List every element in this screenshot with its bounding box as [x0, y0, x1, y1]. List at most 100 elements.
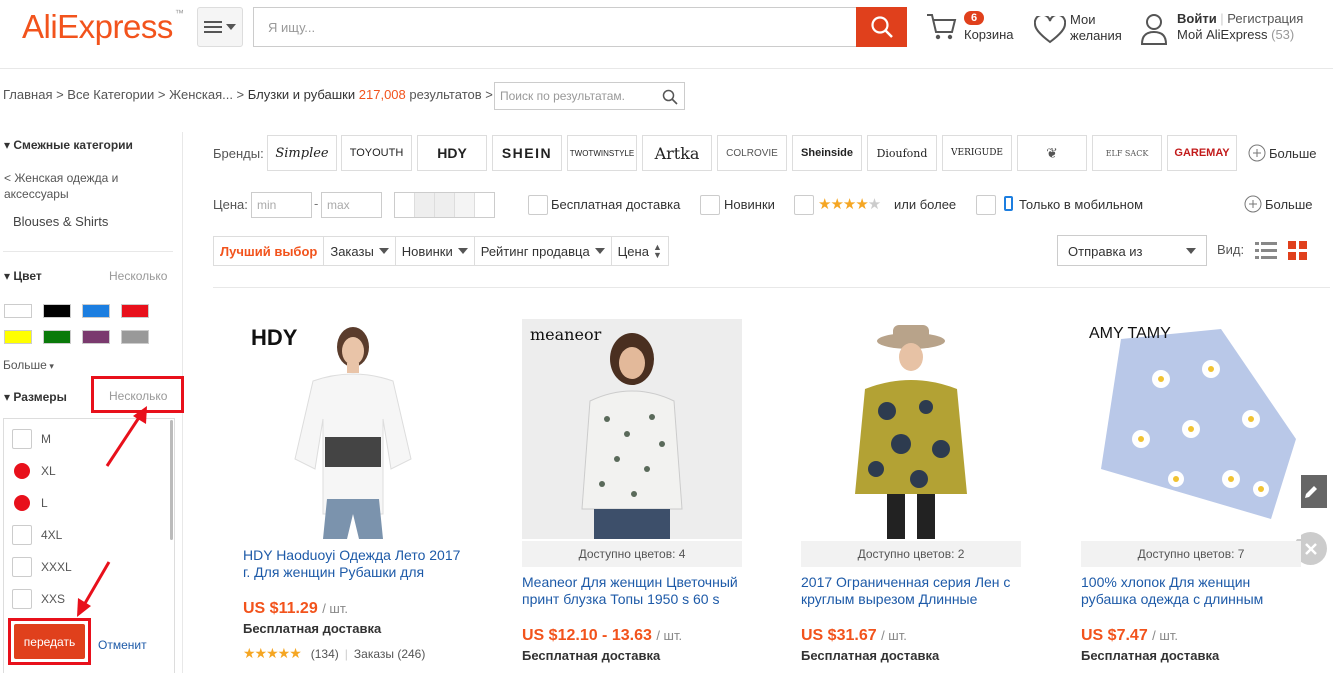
- brand-logo-toyouth[interactable]: TOYOUTH: [341, 135, 412, 171]
- price-dash: -: [314, 196, 319, 211]
- search-input[interactable]: Я ищу...: [253, 7, 857, 47]
- account-block: Войти | Регистрация Мой AliExpress (53): [1177, 11, 1304, 42]
- grid-view-icon[interactable]: [1288, 241, 1307, 260]
- color-swatch[interactable]: [82, 304, 110, 318]
- new-items-label[interactable]: Новинки: [724, 197, 775, 212]
- brand-logo-unnamed[interactable]: ❦: [1017, 135, 1087, 171]
- search-button[interactable]: [856, 7, 907, 47]
- plus-circle-icon: [1244, 195, 1262, 213]
- rating-stars-icon: ★★★★★: [243, 645, 302, 661]
- rating-checkbox[interactable]: [794, 195, 814, 215]
- free-shipping-label: Бесплатная доставка: [801, 648, 940, 663]
- rating-label[interactable]: или более: [894, 197, 956, 212]
- brand-logo-garemay[interactable]: GAREMAY: [1167, 135, 1237, 171]
- color-swatch[interactable]: [4, 330, 32, 344]
- product-title-link[interactable]: 2017 Ограниченная серия Лен с круглым вы…: [801, 574, 1026, 608]
- wishlist-link[interactable]: [1033, 13, 1067, 47]
- brand-logo-shein[interactable]: SHEIN: [492, 135, 562, 171]
- product-image[interactable]: meaneor: [522, 319, 742, 539]
- sort-seller-rating[interactable]: Рейтинг продавца: [475, 237, 612, 265]
- brand-logo-dioufond[interactable]: Dioufond: [867, 135, 937, 171]
- size-checkbox[interactable]: [12, 589, 32, 609]
- size-option[interactable]: L: [12, 490, 48, 516]
- brand-logo-simplee[interactable]: Simplee: [267, 135, 337, 171]
- product-image[interactable]: AMY TAMY: [1081, 319, 1301, 539]
- category-menu-button[interactable]: [197, 7, 243, 47]
- price-value: US $31.67: [801, 627, 877, 644]
- color-swatch[interactable]: [121, 304, 149, 318]
- color-swatch[interactable]: [121, 330, 149, 344]
- brand-logo-verigude[interactable]: VERIGUDE: [942, 135, 1012, 171]
- size-checkbox[interactable]: [12, 493, 32, 513]
- size-checkbox[interactable]: [12, 429, 32, 449]
- brand-logo-sheinside[interactable]: Sheinside: [792, 135, 862, 171]
- brand-logo-colrovie[interactable]: COLROVIE: [717, 135, 787, 171]
- filters-more-button[interactable]: Больше: [1244, 195, 1313, 213]
- price-range-histogram[interactable]: [394, 192, 495, 218]
- product-rating-row: ★★★★★ (134) | Заказы (246): [243, 645, 425, 662]
- search-icon[interactable]: [662, 89, 678, 105]
- size-checkbox[interactable]: [12, 525, 32, 545]
- chevron-down-icon: [1186, 248, 1196, 254]
- my-aliexpress-count: (53): [1271, 27, 1295, 42]
- new-items-checkbox[interactable]: [700, 195, 720, 215]
- product-brand-mark: HDY: [251, 325, 298, 350]
- hamburger-icon: [204, 21, 222, 33]
- cart-count-badge: 6: [964, 11, 985, 25]
- free-shipping-label: Бесплатная доставка: [522, 648, 661, 663]
- user-icon: [1140, 14, 1168, 45]
- brand-logo-hdy[interactable]: HDY: [417, 135, 487, 171]
- brand-logo-artka[interactable]: Artka: [642, 135, 712, 171]
- search-within-input[interactable]: Поиск по результатам.: [494, 82, 685, 110]
- list-view-icon[interactable]: [1255, 240, 1277, 260]
- product-title-link[interactable]: Meaneor Для женщин Цветочный принт блузк…: [522, 574, 747, 608]
- plus-circle-icon: [1248, 144, 1266, 162]
- size-option[interactable]: M: [12, 426, 51, 452]
- orders-count[interactable]: Заказы (246): [354, 647, 425, 661]
- brands-more-button[interactable]: Больше: [1248, 144, 1317, 162]
- sort-best-match[interactable]: Лучший выбор: [214, 237, 325, 265]
- product-image[interactable]: [801, 319, 1021, 539]
- sort-orders[interactable]: Заказы: [324, 237, 396, 265]
- free-shipping-label: Бесплатная доставка: [243, 621, 382, 636]
- sort-newest[interactable]: Новинки: [396, 237, 475, 265]
- reviews-count[interactable]: (134): [311, 647, 339, 661]
- mobile-only-checkbox[interactable]: [976, 195, 996, 215]
- cart-link[interactable]: [925, 12, 957, 45]
- product-title-link[interactable]: 100% хлопок Для женщин рубашка одежда с …: [1081, 574, 1306, 608]
- colors-available-badge: Доступно цветов: 2: [801, 541, 1021, 567]
- color-swatch[interactable]: [82, 330, 110, 344]
- account-link[interactable]: [1140, 13, 1168, 48]
- brand-logo-elf-sack[interactable]: ELF SACK: [1092, 135, 1162, 171]
- size-label: M: [41, 432, 51, 446]
- size-option[interactable]: XXS: [12, 586, 65, 612]
- chevron-down-icon: [226, 24, 236, 30]
- chevron-down-icon: [457, 248, 468, 254]
- sort-price[interactable]: Цена ▲ ▼: [612, 237, 668, 265]
- size-checkbox[interactable]: [12, 461, 32, 481]
- brand-logo-twotwinstyle[interactable]: TWOTWINSTYLE: [567, 135, 637, 171]
- brand-emblem-icon: ❦: [1046, 144, 1058, 161]
- price-min-input[interactable]: min: [251, 192, 312, 218]
- product-title-link[interactable]: HDY Haoduoyi Одежда Лето 2017 г. Для жен…: [243, 547, 468, 581]
- color-swatch[interactable]: [43, 330, 71, 344]
- ship-from-select[interactable]: Отправка из: [1057, 235, 1207, 266]
- my-aliexpress-link[interactable]: Мой AliExpress: [1177, 27, 1268, 42]
- cart-label[interactable]: Корзина: [964, 27, 1014, 43]
- size-option[interactable]: XL: [12, 458, 56, 484]
- mobile-only-label[interactable]: Только в мобильном: [1019, 197, 1143, 212]
- size-option[interactable]: XXXL: [12, 554, 72, 580]
- register-link[interactable]: Регистрация: [1227, 11, 1303, 26]
- free-shipping-label[interactable]: Бесплатная доставка: [551, 197, 680, 212]
- size-option[interactable]: 4XL: [12, 522, 62, 548]
- product-image[interactable]: HDY: [243, 319, 463, 539]
- color-swatch[interactable]: [43, 304, 71, 318]
- wishlist-label[interactable]: Мои желания: [1070, 12, 1122, 44]
- free-shipping-checkbox[interactable]: [528, 195, 548, 215]
- price-max-input[interactable]: max: [321, 192, 382, 218]
- color-swatch[interactable]: [4, 304, 32, 318]
- size-checkbox[interactable]: [12, 557, 32, 577]
- results-count: 217,008: [358, 87, 406, 102]
- rating-stars-icon: ★★★★★: [818, 196, 881, 213]
- login-link[interactable]: Войти: [1177, 11, 1217, 26]
